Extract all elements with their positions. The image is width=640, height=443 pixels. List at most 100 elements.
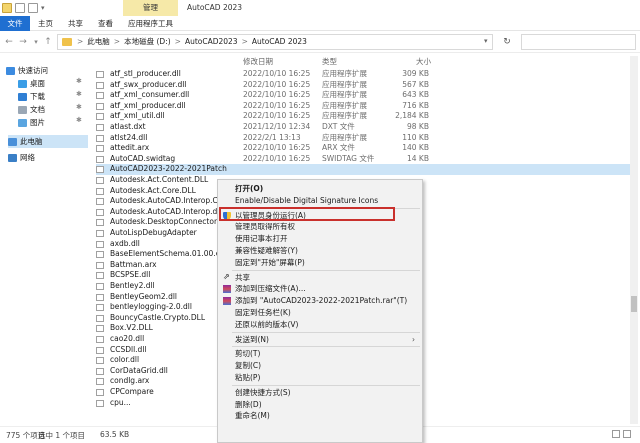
context-menu-item[interactable]: 粘贴(P): [219, 372, 421, 384]
up-icon[interactable]: ↑: [42, 36, 54, 48]
breadcrumb-drive-d[interactable]: 本地磁盘 (D:): [124, 34, 171, 50]
column-header-type[interactable]: 类型: [322, 56, 337, 67]
file-row[interactable]: AutoCAD2023-2022-2021Patch: [96, 164, 630, 175]
file-row[interactable]: atlast.dxt 2021/12/10 12:34 DXT 文件 98 KB: [96, 122, 630, 133]
pin-icon[interactable]: ✱: [76, 116, 82, 124]
context-menu-item[interactable]: 添加到 "AutoCAD2023-2022-2021Patch.rar"(T): [219, 295, 421, 307]
file-icon: [96, 283, 104, 290]
context-menu-item[interactable]: 添加到压缩文件(A)...: [219, 283, 421, 295]
file-row[interactable]: attedit.arx 2022/10/10 16:25 ARX 文件 140 KB: [96, 143, 630, 154]
context-menu-item[interactable]: 复制(C): [219, 360, 421, 372]
menu-separator: [232, 269, 420, 271]
file-row[interactable]: atf_xml_consumer.dll 2022/10/10 16:25 应用程序…: [96, 90, 630, 101]
sidebar-item-documents[interactable]: 文档: [18, 103, 45, 116]
file-name: Autodesk.DesktopConnector.API: [110, 217, 231, 227]
context-menu-item[interactable]: 发送到(N) ›: [219, 334, 421, 346]
tab-view[interactable]: 查看: [98, 16, 113, 31]
context-menu-item[interactable]: 使用记事本打开: [219, 233, 421, 245]
sidebar-item-downloads[interactable]: 下载: [18, 90, 45, 103]
properties-icon[interactable]: [15, 3, 25, 13]
computer-icon: [8, 137, 17, 146]
file-size: 14 KB: [407, 153, 429, 163]
pin-icon[interactable]: ✱: [76, 103, 82, 111]
context-menu-item[interactable]: Enable/Disable Digital Signature Icons: [219, 195, 421, 207]
sidebar-item-pictures[interactable]: 图片: [18, 116, 45, 129]
menu-item-label: 剪切(T): [235, 349, 261, 359]
chevron-down-icon[interactable]: ▾: [484, 37, 488, 45]
sidebar-item-quick-access[interactable]: 快速访问: [6, 64, 48, 77]
new-folder-icon[interactable]: [28, 3, 38, 13]
scroll-thumb[interactable]: [631, 296, 637, 312]
context-menu-item[interactable]: 兼容性疑难解答(Y): [219, 245, 421, 257]
sidebar-item-desktop[interactable]: 桌面: [18, 77, 45, 90]
context-menu-item[interactable]: 创建快捷方式(S): [219, 387, 421, 399]
recent-locations-icon[interactable]: ▾: [30, 36, 42, 48]
menu-item-label: 共享: [235, 272, 250, 282]
file-date: 2021/12/10 12:34: [243, 122, 311, 131]
file-size: 643 KB: [402, 90, 429, 100]
context-menu-item[interactable]: 删除(D): [219, 399, 421, 411]
folder-icon[interactable]: [2, 3, 12, 13]
menu-item-label: 固定到"开始"屏幕(P): [235, 257, 305, 267]
file-name: CCSDll.dll: [110, 344, 147, 354]
file-type: 应用程序扩展: [322, 90, 367, 100]
file-row[interactable]: atf_xml_producer.dll 2022/10/10 16:25 应用程序…: [96, 101, 630, 112]
refresh-icon[interactable]: ↻: [497, 34, 517, 50]
column-headers: 修改日期 类型 大小: [96, 56, 630, 68]
breadcrumb-autocad-2023[interactable]: AutoCAD 2023: [252, 34, 307, 50]
column-header-size[interactable]: 大小: [416, 56, 431, 67]
tab-file[interactable]: 文件: [0, 16, 30, 31]
breadcrumb-autocad2023[interactable]: AutoCAD2023: [185, 34, 238, 50]
back-icon[interactable]: ←: [3, 36, 15, 48]
column-header-date[interactable]: 修改日期: [243, 56, 273, 67]
file-icon: [96, 378, 104, 386]
pin-icon[interactable]: ✱: [76, 90, 82, 98]
window-title: AutoCAD 2023: [187, 3, 243, 12]
picture-icon: [18, 118, 27, 127]
search-input[interactable]: [521, 34, 636, 50]
chevron-right-icon: ›: [412, 334, 415, 344]
context-menu-item[interactable]: 剪切(T): [219, 348, 421, 360]
sidebar-item-network[interactable]: 网络: [8, 151, 35, 164]
file-row[interactable]: atf_swx_producer.dll 2022/10/10 16:25 应用程序…: [96, 80, 630, 91]
document-icon: [18, 105, 27, 114]
file-row[interactable]: AutoCAD.swidtag 2022/10/10 16:25 SWIDTAG 文…: [96, 154, 630, 165]
context-menu-item[interactable]: 还原以前的版本(V): [219, 319, 421, 331]
forward-icon[interactable]: →: [17, 36, 29, 48]
manage-tab[interactable]: 管理: [123, 0, 178, 16]
file-name: atf_stl_producer.dll: [110, 69, 181, 78]
tab-home[interactable]: 主页: [38, 16, 53, 31]
desktop-icon: [18, 79, 27, 88]
context-menu-item[interactable]: 打开(O): [219, 183, 421, 195]
menu-separator: [232, 346, 420, 348]
sidebar-item-this-pc[interactable]: 此电脑: [8, 135, 88, 148]
star-icon: [6, 66, 15, 75]
file-name: Bentley2.dll: [110, 281, 155, 290]
file-date: 2022/10/10 16:25: [243, 79, 311, 89]
file-type: 应用程序扩展: [322, 69, 367, 78]
file-name: attedit.arx: [110, 143, 150, 153]
context-menu-item[interactable]: 固定到"开始"屏幕(P): [219, 257, 421, 269]
file-icon: [96, 124, 104, 131]
large-icons-view-icon[interactable]: [623, 430, 631, 438]
tab-app-tools[interactable]: 应用程序工具: [128, 16, 173, 31]
context-menu-item[interactable]: 管理员取得所有权: [219, 221, 421, 233]
menu-item-label: 发送到(N): [235, 334, 269, 344]
file-type: 应用程序扩展: [322, 111, 367, 121]
file-row[interactable]: atlst24.dll 2022/2/1 13:13 应用程序扩展 110 KB: [96, 133, 630, 144]
context-menu-item[interactable]: 重命名(M): [219, 410, 421, 422]
tab-share[interactable]: 共享: [68, 16, 83, 31]
context-menu-item[interactable]: 固定到任务栏(K): [219, 307, 421, 319]
file-row[interactable]: atf_stl_producer.dll 2022/10/10 16:25 应用程序…: [96, 69, 630, 80]
pin-icon[interactable]: ✱: [76, 77, 82, 85]
file-icon: [96, 325, 104, 333]
scrollbar[interactable]: [630, 56, 638, 424]
file-row[interactable]: atf_xml_util.dll 2022/10/10 16:25 应用程序扩展 2,…: [96, 111, 630, 122]
context-menu-item[interactable]: ⇗ 共享: [219, 272, 421, 284]
chevron-down-icon[interactable]: ▾: [41, 4, 45, 12]
breadcrumb-this-pc[interactable]: 此电脑: [87, 34, 110, 50]
details-view-icon[interactable]: [612, 430, 620, 438]
file-size: 716 KB: [402, 100, 429, 110]
file-date: 2022/10/10 16:25: [243, 100, 311, 110]
file-type: 应用程序扩展: [322, 79, 367, 89]
